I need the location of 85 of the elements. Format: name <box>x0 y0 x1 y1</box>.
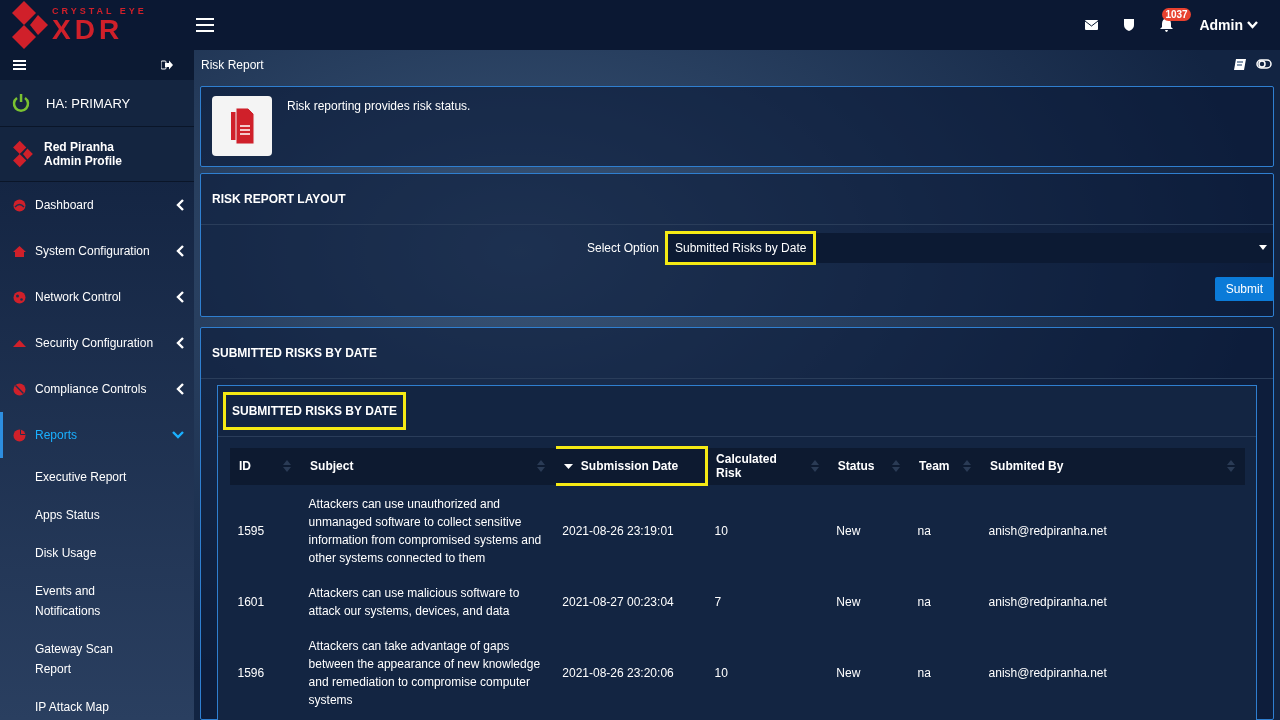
table-cell-text: 1601 <box>236 594 266 611</box>
logo-icon <box>12 140 34 168</box>
menu-icon[interactable] <box>196 18 214 32</box>
nav-subitem[interactable]: Gateway Scan Report <box>0 630 155 688</box>
column-header[interactable]: Submission Date <box>554 447 707 485</box>
table-cell: anish@redpiranha.net <box>980 484 1245 576</box>
logout-icon[interactable] <box>161 60 173 70</box>
house-icon <box>13 244 26 258</box>
table-cell-text: 1596 <box>236 665 266 682</box>
user-menu[interactable]: Admin <box>1199 17 1258 33</box>
table-cell: 2021-08-26 23:19:01 <box>554 484 707 576</box>
table-cell-text: 2021-08-26 23:20:06 <box>561 665 675 682</box>
table-title: SUBMITTED RISKS BY DATE <box>223 392 406 430</box>
sort-icon <box>963 460 972 472</box>
select-field[interactable]: Submitted Risks by Date <box>665 232 1273 263</box>
chevron-left-icon <box>176 291 184 303</box>
brand-tagline: CRYSTAL EYE <box>52 6 147 16</box>
nav-item[interactable]: System Configuration <box>0 228 194 274</box>
table-cell-text: 10 <box>713 665 729 682</box>
sort-icon <box>810 460 819 472</box>
mail-icon[interactable] <box>1085 20 1099 30</box>
nav-subitem[interactable]: Executive Report <box>0 458 155 496</box>
chevron-left-icon <box>176 199 184 211</box>
chevron-down-icon <box>172 431 184 439</box>
book-icon[interactable] <box>1234 59 1246 71</box>
ha-status: HA: PRIMARY <box>46 95 131 111</box>
column-header[interactable]: Status <box>828 447 910 485</box>
nav-subitem[interactable]: Disk Usage <box>0 534 155 572</box>
profile-name: Red Piranha <box>44 140 116 154</box>
table-cell: 10 <box>706 484 829 576</box>
profile-role: Admin Profile <box>44 154 122 168</box>
table-cell-text: 7 <box>713 594 723 611</box>
pie-icon <box>13 428 26 442</box>
caret-icon <box>1259 245 1267 251</box>
chevron-left-icon <box>176 337 184 349</box>
table-cell-text: Attackers can take advantage of gaps between the appearance of new knowledge and remediation to compromise computer systems <box>307 638 542 709</box>
table-cell: 1595 <box>229 484 301 576</box>
table-cell-text: na <box>916 594 932 611</box>
table-cell-text: 2021-08-27 00:23:04 <box>561 594 675 611</box>
column-header[interactable]: Subject <box>300 447 555 485</box>
table-cell-text: na <box>916 665 932 682</box>
shield-icon[interactable] <box>1124 19 1135 31</box>
nav-subitem[interactable]: Events and Notifications <box>0 572 155 630</box>
sort-icon <box>1227 460 1235 472</box>
table-cell: na <box>909 484 981 576</box>
column-header[interactable]: Submited By <box>980 447 1245 485</box>
sort-icon <box>536 460 545 472</box>
chevron-left-icon <box>176 383 184 395</box>
nav-item[interactable]: Security Configuration <box>0 320 194 366</box>
globe-icon <box>13 290 26 304</box>
panel-title: RISK REPORT LAYOUT <box>201 173 1273 225</box>
table-cell: New <box>828 484 910 576</box>
nav-subitem[interactable]: IP Attack Map <box>0 688 155 720</box>
table-cell: Attackers can use unauthorized and unmanaged software to collect sensitive information from compromised systems and other systems connected to them <box>300 484 555 576</box>
nav-item[interactable]: Network Control <box>0 274 194 320</box>
chevron-down-icon <box>1247 21 1258 29</box>
logo-icon <box>10 1 50 49</box>
toggle-icon[interactable] <box>1256 59 1272 70</box>
document-icon <box>212 95 272 156</box>
ban-icon <box>13 382 26 396</box>
table-cell-text: anish@redpiranha.net <box>987 665 1108 682</box>
nav-item[interactable]: Dashboard <box>0 182 194 228</box>
table-cell-text: Attackers can use malicious software to attack our systems, devices, and data <box>307 585 521 620</box>
power-icon <box>12 94 30 112</box>
notification-badge: 1037 <box>1162 8 1191 21</box>
nav-item[interactable]: Compliance Controls <box>0 366 194 412</box>
select-label: Select Option <box>586 240 659 255</box>
panel-title: SUBMITTED RISKS BY DATE <box>201 328 1273 379</box>
table-cell-text: New <box>835 665 862 682</box>
nav-subitem[interactable]: Apps Status <box>0 496 155 534</box>
column-header[interactable]: Team <box>909 447 981 485</box>
column-header[interactable]: ID <box>229 447 301 485</box>
sort-icon <box>892 460 901 472</box>
page-description: Risk reporting provides risk status. <box>287 98 471 113</box>
table-cell-text: New <box>835 594 862 611</box>
table-cell-text: anish@redpiranha.net <box>987 594 1108 611</box>
menu-icon[interactable] <box>13 60 26 70</box>
page-title: Risk Report <box>201 57 264 72</box>
sort-icon <box>283 460 292 472</box>
column-header[interactable]: Calculated Risk <box>706 447 829 485</box>
chevron-left-icon <box>176 245 184 257</box>
gauge-icon <box>13 198 26 212</box>
submit-button[interactable]: Submit <box>1214 276 1274 301</box>
sort-desc-icon <box>563 463 573 469</box>
brand-name: XDR <box>52 15 124 44</box>
